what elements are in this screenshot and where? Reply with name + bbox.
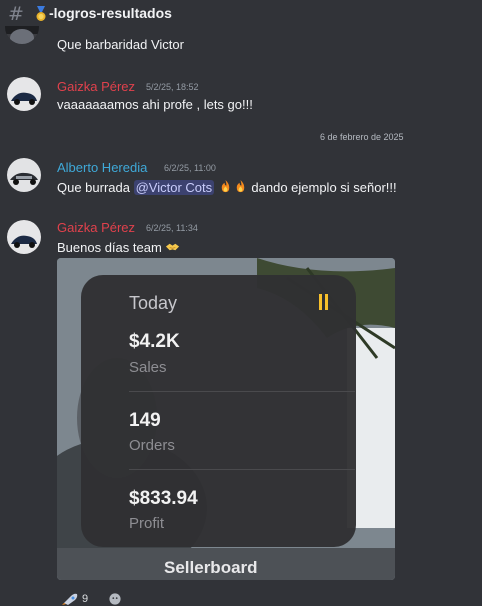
avatar[interactable] — [7, 220, 41, 254]
fire-emoji-icon — [236, 179, 245, 193]
widget-title: Today — [129, 293, 178, 313]
message-text-start: Que burrada — [57, 180, 134, 195]
rocket-icon — [62, 593, 78, 605]
add-reaction-icon[interactable] — [108, 593, 122, 605]
reactions-bar: 9 — [62, 593, 122, 605]
author-name[interactable]: Alberto Heredia — [57, 160, 147, 175]
brand-label: Sellerboard — [164, 558, 258, 577]
pause-bars-icon — [319, 294, 328, 310]
message-timestamp: 6/2/25, 11:00 — [164, 163, 216, 173]
message-timestamp: 6/2/25, 11:34 — [146, 223, 198, 233]
author-name[interactable]: Gaizka Pérez — [57, 220, 135, 235]
profit-value: $833.94 — [129, 488, 198, 509]
message-text-end: dando ejemplo si señor!!! — [247, 180, 397, 195]
message-text: Que burrada @Victor Cots dando ejemplo s… — [57, 179, 397, 195]
medal-icon — [36, 6, 46, 21]
channel-hash-icon: # — [8, 3, 24, 25]
message-text: vaaaaaaamos ahi profe , lets go!!! — [57, 97, 253, 112]
author-name[interactable]: Gaizka Pérez — [57, 79, 135, 94]
avatar[interactable] — [5, 26, 39, 44]
message-text-content: Buenos días team — [57, 240, 162, 255]
channel-header: # -logros-resultados — [0, 0, 482, 26]
stats-widget: Today $4.2K Sales 149 Orders $833.94 Pro… — [81, 275, 356, 547]
reaction-count: 9 — [82, 593, 89, 605]
profit-label: Profit — [129, 515, 165, 532]
avatar[interactable] — [7, 77, 41, 111]
handshake-emoji-icon — [166, 243, 180, 251]
orders-label: Orders — [129, 437, 175, 454]
date-divider: 6 de febrero de 2025 — [320, 132, 404, 142]
message-text: Que barbaridad Victor — [57, 37, 184, 52]
channel-name[interactable]: -logros-resultados — [49, 5, 172, 21]
sales-label: Sales — [129, 359, 167, 376]
fire-emoji-icon — [221, 179, 230, 193]
message-text: Buenos días team — [57, 239, 180, 255]
orders-value: 149 — [129, 410, 161, 431]
divider — [129, 391, 355, 392]
rocket-reaction[interactable]: 9 — [62, 593, 88, 605]
user-mention[interactable]: @Victor Cots — [133, 180, 215, 195]
divider — [129, 469, 355, 470]
message-timestamp: 5/2/25, 18:52 — [146, 82, 199, 92]
avatar[interactable] — [7, 158, 41, 192]
sales-value: $4.2K — [129, 331, 180, 352]
